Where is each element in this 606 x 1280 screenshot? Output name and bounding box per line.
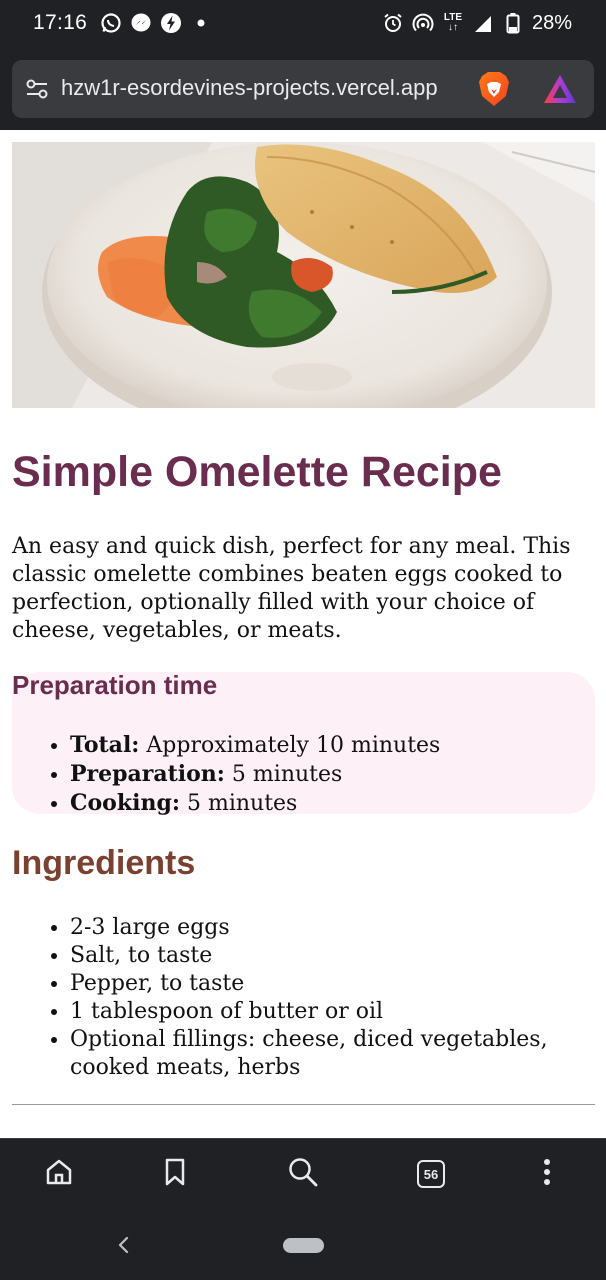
dot-icon <box>190 12 212 34</box>
home-button[interactable] <box>42 1157 76 1191</box>
prep-value: Approximately 10 minutes <box>139 733 441 758</box>
site-settings-icon[interactable] <box>24 76 50 102</box>
address-bar[interactable]: hzw1r-esordevines-projects.vercel.app <box>12 60 594 118</box>
list-item: Salt, to taste <box>70 942 570 970</box>
search-icon <box>287 1156 319 1192</box>
ingredients-heading: Ingredients <box>12 844 196 882</box>
prep-value: 5 minutes <box>224 762 343 787</box>
prep-item-cooking: Cooking: 5 minutes <box>70 789 440 818</box>
bolt-app-icon <box>160 12 182 34</box>
list-item: Optional fillings: cheese, diced vegetab… <box>70 1026 570 1082</box>
battery-icon <box>502 12 524 34</box>
home-gesture-pill[interactable] <box>283 1238 324 1253</box>
hotspot-icon <box>412 12 434 34</box>
home-icon <box>44 1157 74 1191</box>
status-time: 17:16 <box>33 11 88 34</box>
whatsapp-icon <box>100 12 122 34</box>
page-title: Simple Omelette Recipe <box>12 448 502 496</box>
more-button[interactable] <box>530 1157 564 1191</box>
prep-label: Preparation: <box>70 761 225 787</box>
page-content[interactable]: Simple Omelette Recipe An easy and quick… <box>0 130 606 1138</box>
ingredients-list: 2-3 large eggs Salt, to taste Pepper, to… <box>70 914 570 1082</box>
status-bar: 17:16 LTE ↓↑ 28% <box>0 0 606 48</box>
url-text[interactable]: hzw1r-esordevines-projects.vercel.app <box>61 75 438 101</box>
more-icon <box>542 1157 552 1191</box>
system-nav-bar <box>0 1210 606 1280</box>
browser-address-area: hzw1r-esordevines-projects.vercel.app <box>0 48 606 130</box>
recipe-intro: An easy and quick dish, perfect for any … <box>12 534 571 643</box>
prep-time-list: Total: Approximately 10 minutes Preparat… <box>70 731 440 818</box>
section-divider <box>12 1104 595 1105</box>
tabs-icon: 56 <box>417 1160 445 1188</box>
notification-icons <box>100 11 212 35</box>
network-type: LTE <box>443 12 463 23</box>
prep-time-heading: Preparation time <box>12 670 218 700</box>
battery-percent: 28% <box>531 11 572 34</box>
back-chevron-icon[interactable] <box>112 1232 136 1258</box>
alarm-icon <box>382 12 404 34</box>
prep-item-total: Total: Approximately 10 minutes <box>70 731 440 760</box>
bookmark-button[interactable] <box>158 1157 192 1191</box>
browser-toolbar: 56 <box>0 1138 606 1210</box>
hero-image <box>12 142 595 408</box>
messenger-icon <box>130 12 152 34</box>
prep-label: Cooking: <box>70 790 180 816</box>
list-item: 2-3 large eggs <box>70 914 570 942</box>
tabs-button[interactable]: 56 <box>414 1157 448 1191</box>
signal-icon <box>472 12 494 34</box>
brave-rewards-icon[interactable] <box>542 73 578 105</box>
prep-item-preparation: Preparation: 5 minutes <box>70 760 440 789</box>
system-icons: LTE ↓↑ 28% <box>382 11 572 35</box>
prep-value: 5 minutes <box>179 791 298 816</box>
search-button[interactable] <box>286 1157 320 1191</box>
bookmark-icon <box>162 1157 188 1191</box>
lte-icon: LTE ↓↑ <box>443 12 463 33</box>
prep-label: Total: <box>70 732 140 758</box>
list-item: Pepper, to taste <box>70 970 570 998</box>
brave-lion-icon[interactable] <box>476 70 512 108</box>
list-item: 1 tablespoon of butter or oil <box>70 998 570 1026</box>
